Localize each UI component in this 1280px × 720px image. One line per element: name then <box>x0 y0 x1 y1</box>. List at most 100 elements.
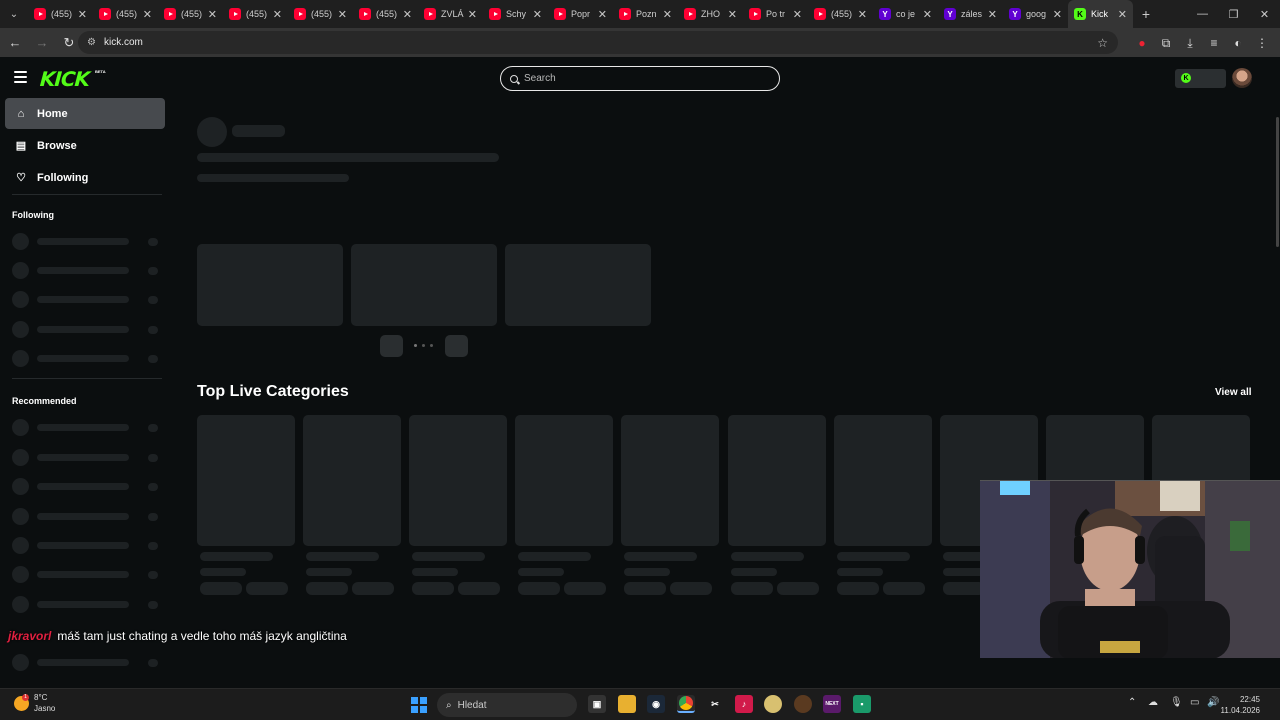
download-icon[interactable]: ⤓ <box>1178 31 1202 55</box>
capcut-icon[interactable]: ✂ <box>706 695 724 713</box>
app-icon[interactable]: NEXT <box>823 695 841 713</box>
tray-chevron-icon[interactable]: ⌃ <box>1128 697 1136 708</box>
page-scrollbar[interactable] <box>1276 117 1279 247</box>
category-meta-skeleton <box>352 582 395 595</box>
omnibox[interactable]: ⚙ kick.com ☆ <box>78 31 1118 54</box>
url-text[interactable]: kick.com <box>104 37 143 48</box>
browser-tab[interactable]: Popr ✕ <box>548 0 613 28</box>
weather-widget[interactable]: 1 8°C Jasno <box>14 692 55 714</box>
category-card-skeleton[interactable] <box>303 415 402 546</box>
tiktok-icon[interactable]: ♪ <box>735 695 753 713</box>
carousel-dot[interactable] <box>422 344 425 347</box>
browser-tab[interactable]: K Kick ✕ <box>1068 0 1133 28</box>
minimize-icon[interactable]: — <box>1187 0 1218 28</box>
taskbar-clock[interactable]: 22:45 11.04.2026 <box>1218 694 1260 716</box>
browser-tab[interactable]: Ygoog ✕ <box>1003 0 1068 28</box>
sidebar-item-browse[interactable]: ▤ Browse <box>5 130 165 161</box>
close-tab-icon[interactable]: ✕ <box>533 8 542 21</box>
display-icon[interactable]: ▭ <box>1190 697 1199 708</box>
profile-icon[interactable]: ◐ <box>1226 31 1250 55</box>
category-meta-skeleton <box>246 582 288 595</box>
close-tab-icon[interactable]: ✕ <box>728 8 737 21</box>
close-tab-icon[interactable]: ✕ <box>143 8 152 21</box>
media-icon[interactable]: ≡ <box>1202 31 1226 55</box>
address-bar-row: ← → ↻ ⚙ kick.com ☆ ● ⧉ ⤓ ≡ ◐ ⋮ <box>0 28 1280 57</box>
windows-start-icon[interactable] <box>411 697 427 713</box>
menu-dots-icon[interactable]: ⋮ <box>1250 31 1274 55</box>
close-tab-icon[interactable]: ✕ <box>1118 8 1127 21</box>
category-card-skeleton[interactable] <box>621 415 720 546</box>
browser-tab[interactable]: Pozn ✕ <box>613 0 678 28</box>
site-info-icon[interactable]: ⚙ <box>87 37 96 48</box>
avatar[interactable] <box>1232 68 1252 88</box>
category-card-skeleton[interactable] <box>515 415 614 546</box>
browser-tab[interactable]: (455) ✕ <box>353 0 418 28</box>
close-tab-icon[interactable]: ✕ <box>1053 8 1062 21</box>
close-tab-icon[interactable]: ✕ <box>468 8 477 21</box>
close-tab-icon[interactable]: ✕ <box>793 8 802 21</box>
browser-tab[interactable]: (455) ✕ <box>808 0 873 28</box>
browser-tab[interactable]: (455) ✕ <box>158 0 223 28</box>
kick-wallet-button[interactable]: K <box>1175 69 1226 88</box>
browser-tab[interactable]: Po tr ✕ <box>743 0 808 28</box>
close-tab-icon[interactable]: ✕ <box>923 8 932 21</box>
chrome-icon[interactable] <box>677 695 695 713</box>
category-card-skeleton[interactable] <box>409 415 508 546</box>
carousel-prev-button[interactable] <box>380 335 403 357</box>
category-meta-skeleton <box>200 552 273 561</box>
search-icon <box>510 74 518 83</box>
close-tab-icon[interactable]: ✕ <box>858 8 867 21</box>
app-icon[interactable]: ▪ <box>853 695 871 713</box>
close-tab-icon[interactable]: ✕ <box>598 8 607 21</box>
close-tab-icon[interactable]: ✕ <box>988 8 997 21</box>
view-all-link[interactable]: View all <box>1215 387 1252 398</box>
category-meta-skeleton <box>518 568 565 576</box>
hamburger-menu-icon[interactable] <box>14 71 27 83</box>
close-tab-icon[interactable]: ✕ <box>338 8 347 21</box>
kick-logo[interactable]: KICK <box>39 67 90 91</box>
close-tab-icon[interactable]: ✕ <box>208 8 217 21</box>
browser-tab[interactable]: (455) ✕ <box>93 0 158 28</box>
app-icon[interactable] <box>794 695 812 713</box>
tray-app-icon[interactable]: ☁ <box>1148 697 1158 708</box>
back-icon[interactable]: ← <box>3 31 27 55</box>
tab-search-chevron-icon[interactable]: ⌄ <box>0 0 28 28</box>
close-tab-icon[interactable]: ✕ <box>663 8 672 21</box>
close-tab-icon[interactable]: ✕ <box>273 8 282 21</box>
browser-tab[interactable]: ZVLÁ ✕ <box>418 0 483 28</box>
browser-tab[interactable]: Schy ✕ <box>483 0 548 28</box>
carousel-dot[interactable] <box>414 344 417 347</box>
search-input[interactable]: Search <box>500 66 780 91</box>
carousel-dot[interactable] <box>430 344 433 347</box>
file-explorer-icon[interactable] <box>618 695 636 713</box>
task-view-icon[interactable]: ▣ <box>588 695 606 713</box>
restore-icon[interactable]: ❐ <box>1218 0 1249 28</box>
bookmark-star-icon[interactable]: ☆ <box>1097 36 1108 50</box>
following-skeleton-row <box>12 321 160 338</box>
browser-tab[interactable]: ZHO ✕ <box>678 0 743 28</box>
carousel-next-button[interactable] <box>445 335 468 357</box>
forward-icon[interactable]: → <box>30 31 54 55</box>
browser-tab[interactable]: (455) ✕ <box>223 0 288 28</box>
taskbar-search-input[interactable]: ⌕ Hledat <box>437 693 577 717</box>
category-card-skeleton[interactable] <box>197 415 295 546</box>
new-tab-button[interactable]: + <box>1133 6 1159 22</box>
puzzle-extensions-icon[interactable]: ⧉ <box>1154 31 1178 55</box>
close-tab-icon[interactable]: ✕ <box>78 8 87 21</box>
sidebar-item-home[interactable]: ⌂ Home <box>5 98 165 129</box>
following-skeleton-row <box>12 350 160 367</box>
sidebar-item-following[interactable]: ♡ Following <box>5 162 165 193</box>
extension-icon[interactable]: ● <box>1130 31 1154 55</box>
close-tab-icon[interactable]: ✕ <box>403 8 412 21</box>
microphone-icon[interactable]: 🎙 <box>1170 697 1183 708</box>
category-card-skeleton[interactable] <box>727 415 826 546</box>
browser-tab[interactable]: (455) ✕ <box>28 0 93 28</box>
app-icon[interactable] <box>764 695 782 713</box>
close-window-icon[interactable]: ✕ <box>1249 0 1280 28</box>
browser-tab[interactable]: Yco je ✕ <box>873 0 938 28</box>
browser-tab[interactable]: Yzáles ✕ <box>938 0 1003 28</box>
browser-tab[interactable]: (455) ✕ <box>288 0 353 28</box>
category-card-skeleton[interactable] <box>833 415 932 546</box>
steam-icon[interactable]: ◉ <box>647 695 665 713</box>
sidebar-item-label: Browse <box>37 139 77 152</box>
